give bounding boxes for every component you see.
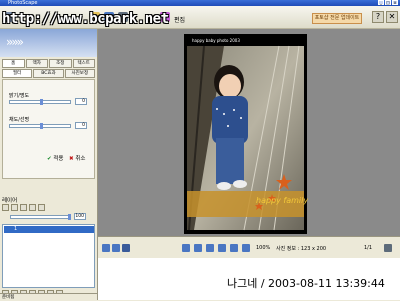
adjust-subpanel: 밝기/명도 0 채도/선명 0 ✔ 적용 ✖ 취소	[2, 79, 95, 179]
slider-thumb[interactable]	[40, 99, 43, 105]
rotate-right-icon[interactable]	[194, 244, 202, 252]
tab-row-1: 홈 액자 조정 텍스트	[2, 59, 95, 68]
duplicate-layer-icon[interactable]	[11, 204, 18, 211]
page-indicator: 1/1	[364, 245, 373, 251]
flip-icon[interactable]	[206, 244, 214, 252]
close-button[interactable]: ✕	[386, 11, 398, 23]
watermark-url: http://www.bcpark.net	[2, 11, 169, 27]
saturation-value[interactable]: 0	[75, 122, 87, 129]
layers-panel: 레이어 100 1	[2, 196, 95, 300]
panel-header: »»»	[0, 29, 97, 57]
opacity-value[interactable]: 100	[74, 213, 86, 220]
brightness-value[interactable]: 0	[75, 98, 87, 105]
move-up-icon[interactable]	[29, 204, 36, 211]
main-toolbar: 편집 http://www.bcpark.net 포토샵 전문 업데이트 ? ✕	[0, 6, 400, 29]
zoom-out-icon[interactable]	[242, 244, 250, 252]
tab-filter[interactable]: 필터	[2, 69, 33, 78]
minimize-button[interactable]: _	[378, 0, 384, 5]
tab-bc-effect[interactable]: BC효과	[33, 69, 64, 78]
opacity-row: 100	[2, 213, 95, 221]
brightness-slider[interactable]	[9, 99, 71, 105]
arrow-down-icon[interactable]	[102, 244, 110, 252]
edit-label[interactable]: 편집	[174, 15, 185, 24]
tab-frame[interactable]: 액자	[25, 59, 48, 68]
field-label-saturation: 채도/선명	[9, 117, 30, 123]
arrow-up-icon[interactable]	[112, 244, 120, 252]
new-layer-icon[interactable]	[2, 204, 9, 211]
tab-adjust[interactable]: 조정	[49, 59, 72, 68]
maximize-button[interactable]: □	[385, 0, 391, 5]
tab-row-2: 필터 BC효과 사진보정	[2, 69, 95, 78]
canvas-area[interactable]: happy baby photo 2003 happy family	[98, 29, 400, 236]
cross-icon: ✖	[69, 156, 74, 162]
layers-label: 레이어	[2, 198, 18, 204]
cancel-button[interactable]: ✖ 취소	[69, 154, 85, 162]
left-panel: »»» 홈 액자 조정 텍스트 필터 BC효과 사진보정 밝기/명도 0 채도/…	[0, 29, 98, 300]
zoom-in-icon[interactable]	[230, 244, 238, 252]
promo-button[interactable]: 포토샵 전문 업데이트	[312, 13, 362, 24]
layer-list: 1	[2, 224, 95, 288]
bottom-controls: 100% 사진 정보 : 123 x 200 1/1	[98, 236, 400, 259]
list-item[interactable]: 1	[4, 226, 94, 233]
opacity-slider[interactable]	[10, 214, 71, 220]
status-bar: 준비됨	[0, 293, 97, 300]
layer-tools	[2, 204, 45, 211]
fullscreen-icon[interactable]	[384, 244, 392, 252]
photo-header-text: happy baby photo 2003	[192, 38, 240, 43]
saturation-slider[interactable]	[9, 123, 71, 129]
delete-layer-icon[interactable]	[20, 204, 27, 211]
help-button[interactable]: ?	[372, 11, 384, 23]
cancel-label: 취소	[75, 156, 86, 162]
collapse-arrows-icon[interactable]: »»»	[6, 35, 24, 49]
close-window-button[interactable]: x	[392, 0, 398, 5]
move-down-icon[interactable]	[38, 204, 45, 211]
tab-text[interactable]: 텍스트	[72, 59, 95, 68]
zoom-level: 100%	[256, 245, 271, 251]
tab-photo-fix[interactable]: 사진보정	[64, 69, 95, 78]
slider-thumb[interactable]	[40, 123, 43, 129]
photo-info: 사진 정보 : 123 x 200	[276, 246, 327, 252]
field-label-brightness: 밝기/명도	[9, 93, 30, 99]
apply-button[interactable]: ✔ 적용	[47, 154, 63, 162]
check-icon: ✔	[47, 156, 52, 162]
date-overlay: 나그네 / 2003-08-11 13:39:44	[227, 277, 385, 290]
window-controls: _ □ x	[378, 0, 398, 5]
crop-icon[interactable]	[218, 244, 226, 252]
photo-frame[interactable]: happy baby photo 2003 happy family	[184, 34, 309, 234]
tab-home[interactable]: 홈	[2, 59, 25, 68]
photo-caption: happy family	[256, 196, 309, 205]
slider-thumb[interactable]	[68, 214, 71, 220]
home-icon[interactable]	[122, 244, 130, 252]
rotate-left-icon[interactable]	[182, 244, 190, 252]
apply-label: 적용	[53, 156, 64, 162]
